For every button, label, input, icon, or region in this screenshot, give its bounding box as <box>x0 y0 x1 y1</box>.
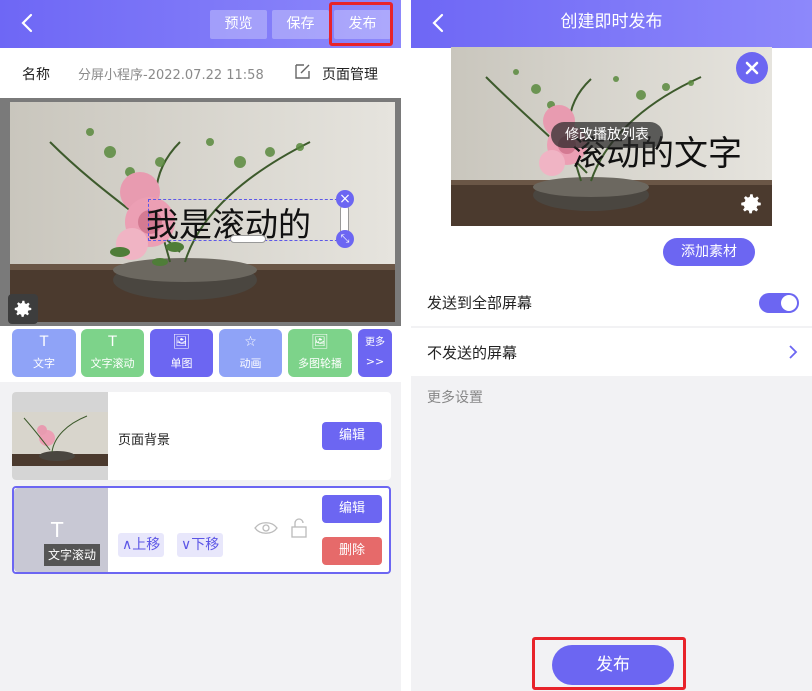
unlock-icon[interactable] <box>290 518 308 542</box>
move-down-button[interactable]: ∨下移 <box>177 533 224 557</box>
editor-header: 预览 保存 发布 <box>0 0 401 48</box>
star-icon: ☆ <box>244 334 257 350</box>
eye-icon[interactable] <box>254 520 278 540</box>
background-thumbnail <box>12 392 108 480</box>
layer-card-background[interactable]: 页面背景 编辑 <box>12 392 391 480</box>
gear-icon[interactable] <box>8 294 38 324</box>
edit-icon[interactable] <box>293 62 312 81</box>
send-all-toggle[interactable] <box>759 293 799 313</box>
tool-more[interactable]: 更多 >> <box>358 329 392 377</box>
resize-handle-bottom[interactable] <box>230 235 266 243</box>
image-icon: 🖼 <box>172 334 191 350</box>
name-bar: 名称 分屏小程序-2022.07.22 11:58 页面管理 <box>0 48 401 98</box>
tool-animation[interactable]: ☆ 动画 <box>219 329 282 377</box>
back-button[interactable] <box>425 9 453 37</box>
move-up-button[interactable]: ∧上移 <box>118 533 165 557</box>
text-icon: T <box>39 334 49 350</box>
chevron-right-icon <box>785 343 801 361</box>
element-toolbar: T 文字 T 文字滚动 🖼 单图 ☆ 动画 🖼 多图轮播 更多 >> <box>0 326 401 382</box>
close-icon[interactable] <box>736 52 768 84</box>
page-manage-link[interactable]: 页面管理 <box>322 64 378 84</box>
edit-playlist-tooltip[interactable]: 修改播放列表 <box>551 122 663 148</box>
edit-background-button[interactable]: 编辑 <box>322 422 382 450</box>
name-label: 名称 <box>22 67 50 83</box>
send-all-row: 发送到全部屏幕 <box>411 278 812 326</box>
layer-type-label: 文字滚动 <box>44 544 101 566</box>
scrolling-text-thumbnail: T 文字滚动 <box>14 488 108 572</box>
chevron-up-icon: ∧ <box>122 537 133 553</box>
tool-single-image[interactable]: 🖼 单图 <box>150 329 213 377</box>
delete-layer-button[interactable]: 删除 <box>322 537 382 565</box>
chevron-down-icon: ∨ <box>181 537 192 553</box>
publish-header: 创建即时发布 <box>411 0 812 48</box>
text-icon: T <box>108 334 117 350</box>
name-value[interactable]: 分屏小程序-2022.07.22 11:58 <box>78 64 264 83</box>
page-editor-screen: 预览 保存 发布 名称 分屏小程序-2022.07.22 11:58 页面管理 <box>0 0 401 691</box>
scrolling-text-element[interactable]: 我是滚动的 <box>146 198 311 246</box>
layer-name: 页面背景 <box>118 433 171 448</box>
excluded-screens-row[interactable]: 不发送的屏幕 <box>411 328 812 376</box>
tool-image-carousel[interactable]: 🖼 多图轮播 <box>288 329 352 377</box>
screen-divider <box>401 0 411 691</box>
layer-card-scrolling-text[interactable]: T 文字滚动 ∧上移 ∨下移 编辑 删除 <box>12 486 391 574</box>
chevron-left-icon <box>21 13 33 33</box>
gear-icon[interactable] <box>738 191 764 217</box>
remove-element-icon[interactable]: × <box>336 190 354 208</box>
create-publish-screen: 创建即时发布 滚动的文字 修改播放列表 添加素材 发送到全部屏幕 不发送的屏幕 … <box>411 0 812 691</box>
save-button[interactable]: 保存 <box>272 10 329 39</box>
toggle-knob <box>781 295 797 311</box>
page-title: 创建即时发布 <box>560 12 663 32</box>
add-material-button[interactable]: 添加素材 <box>663 238 755 266</box>
chevron-left-icon <box>432 13 444 33</box>
images-icon: 🖼 <box>311 334 329 350</box>
scale-handle-icon[interactable]: ⤡ <box>336 230 354 248</box>
preview-button[interactable]: 预览 <box>210 10 267 39</box>
tool-text[interactable]: T 文字 <box>12 329 76 377</box>
send-all-label: 发送到全部屏幕 <box>427 294 533 312</box>
text-icon: T <box>51 518 64 542</box>
highlight-box <box>329 2 393 46</box>
editing-canvas[interactable]: 我是滚动的 × ⤡ <box>0 98 401 326</box>
back-button[interactable] <box>14 9 42 37</box>
highlight-box <box>532 637 686 690</box>
more-settings-label[interactable]: 更多设置 <box>427 387 483 407</box>
edit-text-layer-button[interactable]: 编辑 <box>322 495 382 523</box>
excluded-screens-label: 不发送的屏幕 <box>427 344 518 362</box>
tool-scrolling-text[interactable]: T 文字滚动 <box>81 329 144 377</box>
